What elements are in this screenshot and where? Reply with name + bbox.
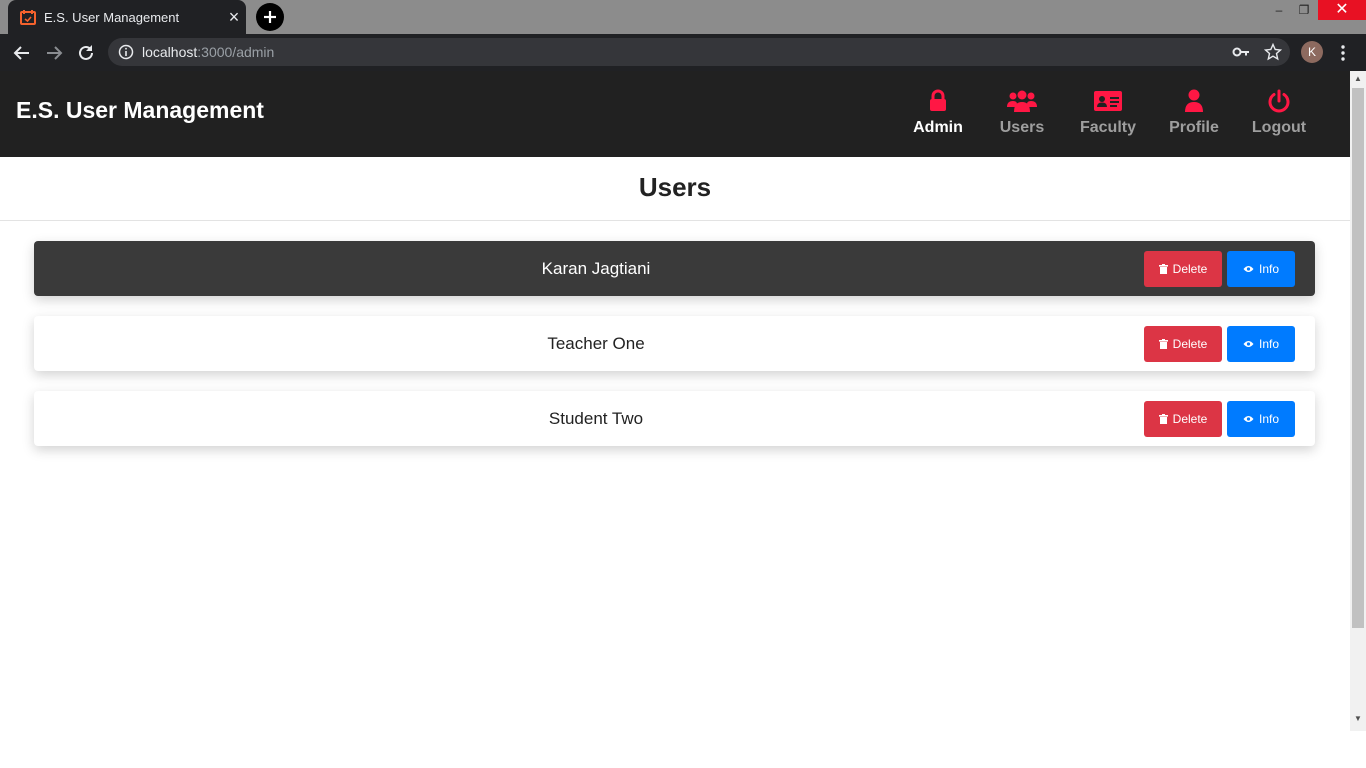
user-card[interactable]: Teacher One Delete Info — [34, 316, 1315, 371]
site-info-icon[interactable] — [118, 44, 134, 60]
url-text: localhost:3000/admin — [142, 44, 274, 60]
delete-label: Delete — [1172, 412, 1208, 426]
app-brand[interactable]: E.S. User Management — [16, 97, 264, 124]
tab-title: E.S. User Management — [44, 10, 180, 25]
nav-label: Admin — [913, 119, 963, 136]
user-name: Student Two — [548, 409, 644, 428]
info-label: Info — [1258, 262, 1279, 276]
app-navbar: E.S. User Management Admin Users Faculty… — [0, 71, 1350, 157]
nav-label: Users — [999, 119, 1045, 136]
nav-item-users[interactable]: Users — [994, 89, 1050, 137]
nav-item-faculty[interactable]: Faculty — [1076, 89, 1140, 137]
user-card[interactable]: Karan Jagtiani Delete Info — [34, 241, 1315, 296]
nav-item-profile[interactable]: Profile — [1166, 89, 1222, 137]
info-button[interactable]: Info — [1227, 401, 1295, 437]
scroll-down-arrow-icon[interactable]: ▼ — [1350, 711, 1366, 727]
reload-icon[interactable] — [75, 42, 97, 64]
id-card-icon — [1094, 91, 1122, 111]
bookmark-star-icon[interactable] — [1264, 43, 1282, 61]
nav-item-logout[interactable]: Logout — [1249, 89, 1309, 137]
eye-icon — [1243, 266, 1254, 272]
user-card[interactable]: Student Two Delete Info — [34, 391, 1315, 446]
nav-label: Profile — [1169, 119, 1219, 136]
plus-icon — [264, 11, 276, 23]
page-viewport: E.S. User Management Admin Users Faculty… — [0, 71, 1350, 768]
trash-icon — [1158, 414, 1168, 424]
lock-icon — [930, 89, 946, 111]
address-bar[interactable]: localhost:3000/admin — [108, 38, 1290, 66]
user-name: Teacher One — [547, 334, 645, 353]
power-icon — [1268, 89, 1290, 113]
more-vert-icon[interactable] — [1336, 43, 1350, 63]
tab-close-icon[interactable]: × — [226, 7, 242, 27]
back-arrow-icon[interactable] — [11, 42, 33, 64]
user-icon — [1185, 89, 1203, 112]
users-icon — [1007, 90, 1037, 112]
delete-label: Delete — [1172, 337, 1208, 351]
delete-button[interactable]: Delete — [1144, 251, 1222, 287]
window-restore-button[interactable]: ❐ — [1292, 0, 1316, 20]
window-close-button[interactable]: ✕ — [1318, 0, 1366, 20]
browser-tab[interactable]: E.S. User Management × — [8, 0, 246, 34]
forward-arrow-icon[interactable] — [43, 42, 65, 64]
info-label: Info — [1258, 337, 1279, 351]
scroll-thumb[interactable] — [1352, 88, 1364, 628]
nav-item-admin[interactable]: Admin — [908, 89, 968, 137]
info-label: Info — [1258, 412, 1279, 426]
new-tab-button[interactable] — [256, 3, 284, 31]
trash-icon — [1158, 339, 1168, 349]
eye-icon — [1243, 416, 1254, 422]
eye-icon — [1243, 341, 1254, 347]
key-icon[interactable] — [1232, 44, 1250, 60]
calendar-icon — [20, 10, 36, 25]
nav-label: Logout — [1251, 119, 1307, 136]
url-path: :3000/admin — [197, 44, 275, 60]
info-button[interactable]: Info — [1227, 326, 1295, 362]
delete-label: Delete — [1172, 262, 1208, 276]
page-scrollbar[interactable]: ▲ ▼ — [1350, 71, 1366, 731]
user-name: Karan Jagtiani — [541, 259, 651, 278]
trash-icon — [1158, 264, 1168, 274]
info-button[interactable]: Info — [1227, 251, 1295, 287]
browser-toolbar: localhost:3000/admin K — [0, 34, 1366, 71]
page-title: Users — [638, 172, 712, 202]
window-minimize-button[interactable]: – — [1268, 0, 1290, 20]
url-host: localhost — [142, 44, 198, 60]
page-header: Users — [0, 157, 1350, 221]
delete-button[interactable]: Delete — [1144, 401, 1222, 437]
scroll-up-arrow-icon[interactable]: ▲ — [1350, 71, 1366, 87]
nav-label: Faculty — [1079, 119, 1136, 136]
browser-tab-strip: E.S. User Management × – ❐ ✕ — [0, 0, 1366, 34]
profile-avatar[interactable]: K — [1301, 41, 1323, 63]
delete-button[interactable]: Delete — [1144, 326, 1222, 362]
